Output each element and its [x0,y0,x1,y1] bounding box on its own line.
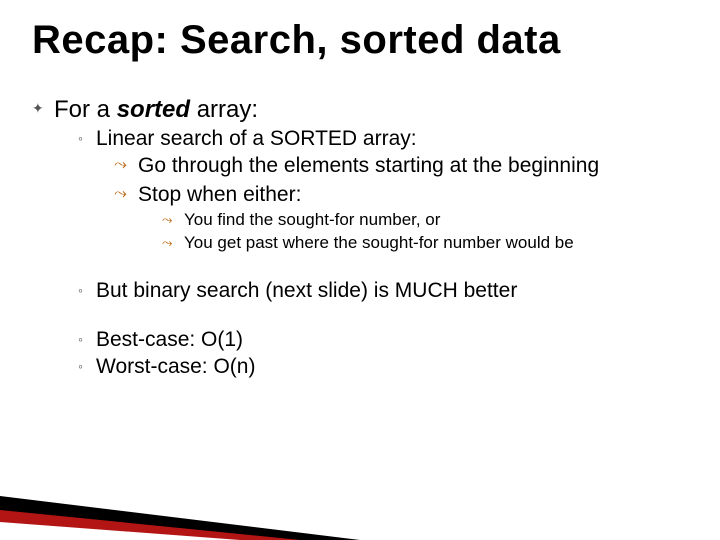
squiggle-arrow-icon: ⤳ [114,183,127,205]
bullet-stop-when: ⤳ Stop when either: ⤳ You find the sough… [114,181,688,255]
bullet-get-past: ⤳ You get past where the sought-for numb… [162,232,688,255]
hollow-circle-icon: ◦ [78,281,83,299]
text-best-case: Best-case: O(1) [96,328,243,351]
text-prefix: For a [54,96,117,123]
bullet-linear-search: ◦ Linear search of a SORTED array: ⤳ Go … [78,125,688,255]
text-sorted: sorted [117,96,197,123]
squiggle-arrow-icon: ⤳ [162,234,172,252]
bullet-best-case: ◦ Best-case: O(1) [78,326,688,353]
bullet-top-text: For a sorted array: [54,96,258,123]
text-worst-case: Worst-case: O(n) [96,355,255,378]
corner-decoration [0,460,360,540]
slide: Recap: Search, sorted data ✦ For a sorte… [0,0,720,540]
slide-content: ✦ For a sorted array: ◦ Linear search of… [32,95,688,381]
hollow-circle-icon: ◦ [78,129,83,147]
bullet-find-number: ⤳ You find the sought-for number, or [162,209,688,232]
squiggle-arrow-icon: ⤳ [162,211,172,229]
slide-title: Recap: Search, sorted data [32,18,688,63]
text-suffix: array: [197,96,258,123]
bullet-worst-case: ◦ Worst-case: O(n) [78,353,688,380]
text-linear-search: Linear search of a SORTED array: [96,127,417,150]
text-go-through: Go through the elements starting at the … [138,154,599,177]
bullet-go-through: ⤳ Go through the elements starting at th… [114,152,688,180]
squiggle-arrow-icon: ⤳ [114,154,127,176]
bullet-binary-better: ◦ But binary search (next slide) is MUCH… [78,277,688,304]
text-binary-better: But binary search (next slide) is MUCH b… [96,279,517,302]
hollow-circle-icon: ◦ [78,330,83,348]
text-get-past: You get past where the sought-for number… [184,233,574,252]
text-find-number: You find the sought-for number, or [184,210,440,229]
hollow-circle-icon: ◦ [78,357,83,375]
bullet-top: ✦ For a sorted array: ◦ Linear search of… [32,95,688,381]
text-stop-when: Stop when either: [138,183,301,206]
four-point-star-icon: ✦ [32,100,44,118]
